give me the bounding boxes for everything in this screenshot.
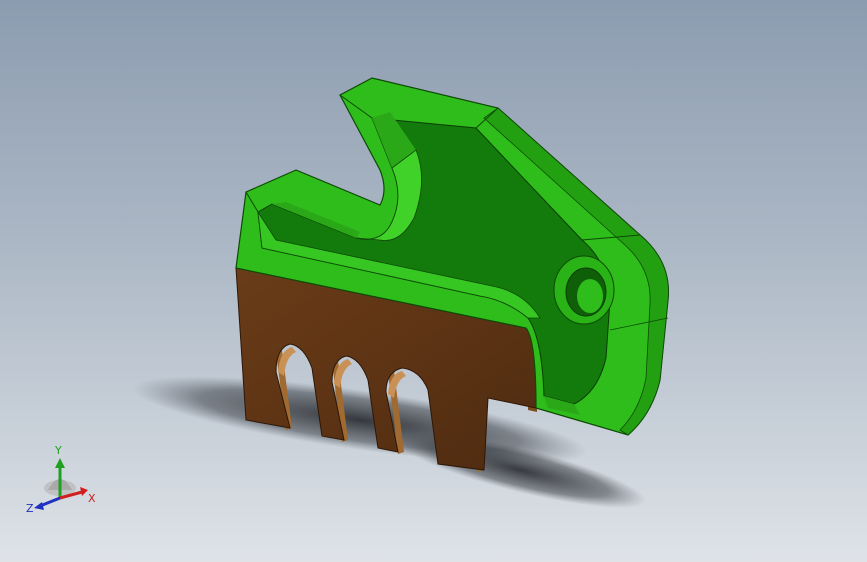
reference-triad: Y X Z bbox=[26, 444, 96, 515]
z-axis-arrow bbox=[39, 496, 61, 508]
z-axis-label: Z bbox=[26, 502, 34, 515]
y-axis-label: Y bbox=[54, 444, 62, 457]
x-axis-label: X bbox=[88, 492, 96, 505]
mounting-hole[interactable] bbox=[553, 255, 615, 325]
graphics-viewport[interactable]: Y X Z bbox=[0, 0, 867, 562]
model-view[interactable] bbox=[0, 0, 867, 562]
